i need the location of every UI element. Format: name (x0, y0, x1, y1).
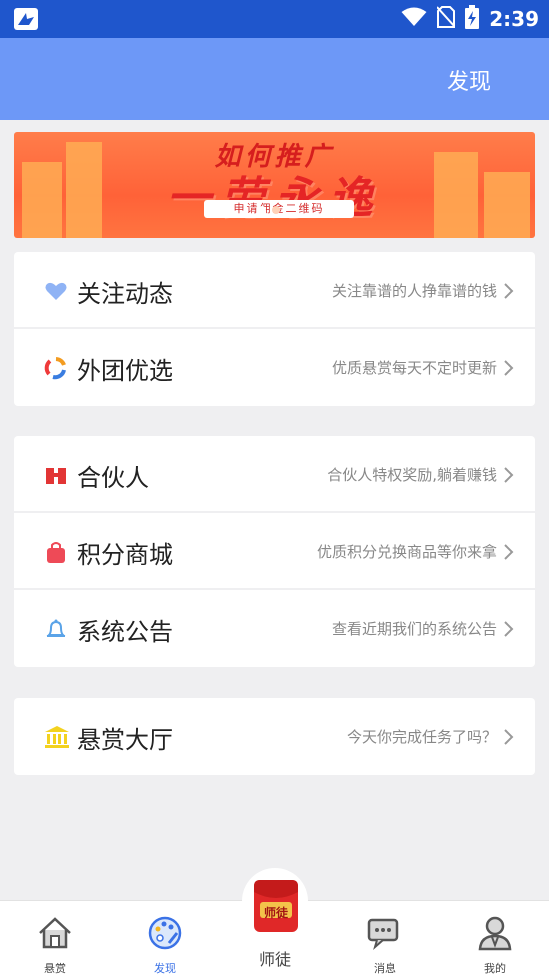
wifi-icon (401, 7, 427, 31)
palette-icon (147, 915, 183, 951)
shopping-bag-icon (44, 540, 68, 564)
menu-item-desc: 优质积分兑换商品等你来拿 (316, 543, 497, 561)
menu-item-label: 合伙人 (77, 464, 149, 492)
menu-item-desc: 查看近期我们的系统公告 (331, 620, 497, 638)
chat-icon (367, 915, 403, 951)
menu-item-reward-hall[interactable]: 悬赏大厅 今天你完成任务了吗？ (14, 698, 535, 775)
app-notification-icon (14, 8, 38, 30)
menu-group-1: 关注动态 关注靠谱的人挣靠谱的钱 外团优选 优质悬赏每天不定时更新 (14, 252, 535, 406)
heart-icon (44, 279, 68, 303)
tab-messages[interactable]: 消息 (330, 901, 440, 976)
clock-time: 2:39 (489, 7, 539, 31)
battery-charging-icon (465, 5, 480, 33)
tab-me[interactable]: 我的 (440, 901, 549, 976)
menu-item-label: 悬赏大厅 (77, 726, 173, 754)
promo-banner[interactable]: 如何推广 一劳永逸 申请佣金二维码 (14, 132, 535, 238)
menu-group-2: 合伙人 合伙人特权奖励,躺着赚钱 积分商城 优质积分兑换商品等你来拿 系统公告 … (14, 436, 535, 667)
red-packet-icon[interactable]: 师徒 (252, 878, 300, 934)
menu-item-selection[interactable]: 外团优选 优质悬赏每天不定时更新 (14, 329, 535, 406)
menu-item-desc: 今天你完成任务了吗？ (346, 728, 497, 746)
chevron-right-icon (503, 728, 515, 746)
menu-item-announcements[interactable]: 系统公告 查看近期我们的系统公告 (14, 590, 535, 667)
tab-mentor-label[interactable]: 师徒 (230, 946, 320, 970)
tab-reward[interactable]: 悬赏 (0, 901, 110, 976)
carousel-dot-active[interactable] (258, 206, 266, 214)
menu-item-desc: 关注靠谱的人挣靠谱的钱 (331, 282, 497, 300)
carousel-dot[interactable] (272, 206, 280, 214)
chevron-right-icon (503, 466, 515, 484)
tab-label: 我的 (484, 962, 506, 975)
menu-item-label: 外团优选 (77, 357, 173, 385)
tab-label: 消息 (374, 962, 396, 975)
menu-item-desc: 合伙人特权奖励,躺着赚钱 (327, 466, 497, 484)
app-header: 发现 (0, 38, 549, 120)
tab-discover[interactable]: 发现 (110, 901, 220, 976)
red-packet-text: 师徒 (263, 906, 288, 920)
tab-label: 悬赏 (44, 962, 66, 975)
menu-item-partner[interactable]: 合伙人 合伙人特权奖励,躺着赚钱 (14, 436, 535, 513)
chevron-right-icon (503, 359, 515, 377)
bell-icon (44, 617, 68, 641)
menu-item-points-mall[interactable]: 积分商城 优质积分兑换商品等你来拿 (14, 513, 535, 590)
menu-item-follow[interactable]: 关注动态 关注靠谱的人挣靠谱的钱 (14, 252, 535, 329)
menu-item-label: 关注动态 (77, 280, 173, 308)
user-icon (477, 915, 513, 951)
chevron-right-icon (503, 282, 515, 300)
status-bar: 2:39 (0, 0, 549, 38)
home-icon (37, 915, 73, 951)
menu-item-desc: 优质悬赏每天不定时更新 (331, 359, 497, 377)
menu-item-label: 系统公告 (77, 618, 173, 646)
tab-label: 发现 (154, 962, 176, 975)
chevron-right-icon (503, 620, 515, 638)
chevron-right-icon (503, 543, 515, 561)
bank-icon (44, 725, 69, 749)
ring-icon (44, 356, 68, 380)
menu-group-3: 悬赏大厅 今天你完成任务了吗？ (14, 698, 535, 775)
page-title: 发现 (446, 70, 491, 95)
partner-icon (44, 463, 68, 487)
no-sim-icon (436, 6, 456, 32)
menu-item-label: 积分商城 (77, 541, 173, 569)
